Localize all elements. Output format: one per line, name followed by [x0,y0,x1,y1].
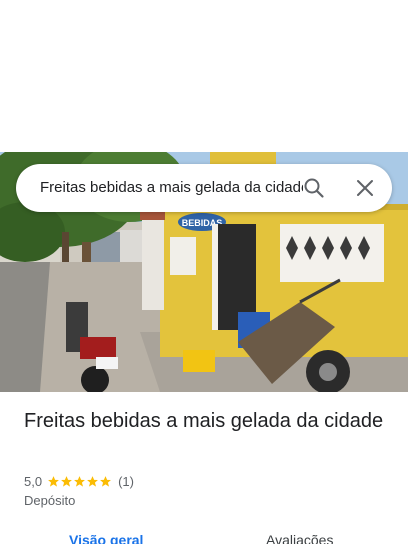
star-rating [47,475,112,488]
rating-row[interactable]: 5,0 (1) [24,472,134,490]
rating-value: 5,0 [24,473,43,489]
star-icon [74,475,85,487]
star-icon [48,475,59,487]
place-title: Freitas bebidas a mais gelada da cidade [24,410,384,432]
place-category: Depósito [24,493,76,508]
star-icon [87,475,98,487]
map-area [0,0,408,152]
search-bar[interactable]: Freitas bebidas a mais gelada da cidade [16,164,392,212]
search-input[interactable]: Freitas bebidas a mais gelada da cidade [40,164,303,212]
tab-overview[interactable]: Visão geral [69,532,143,544]
place-tabs: Visão geral Avaliações [0,528,408,544]
close-icon[interactable] [353,176,377,200]
review-count[interactable]: (1) [118,474,134,489]
star-icon [61,475,72,487]
tab-reviews[interactable]: Avaliações [266,532,333,544]
search-icon[interactable] [302,176,326,200]
star-icon [100,475,111,487]
